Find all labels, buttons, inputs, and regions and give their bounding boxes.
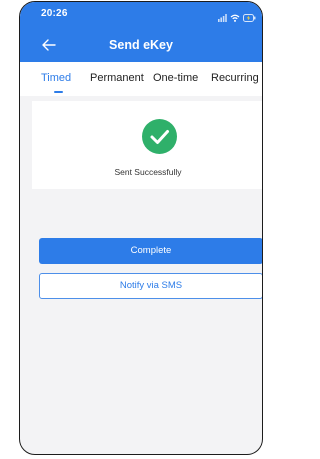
page-title: Send eKey: [109, 38, 173, 52]
notify-sms-button[interactable]: Notify via SMS: [39, 273, 262, 299]
tab-recurring[interactable]: Recurring: [211, 72, 259, 84]
tab-bar: Timed Permanent One-time Recurring: [20, 62, 262, 96]
tab-timed[interactable]: Timed: [41, 72, 71, 84]
success-message: Sent Successfully: [114, 167, 182, 177]
complete-button[interactable]: Complete: [39, 238, 262, 264]
battery-icon: [243, 9, 256, 27]
active-tab-indicator: [54, 91, 63, 93]
wifi-icon: [230, 9, 240, 27]
phone-frame: 20:26 Send eKey Timed Permanent One-time…: [19, 1, 263, 455]
tab-permanent[interactable]: Permanent: [90, 72, 144, 84]
nav-bar: Send eKey: [20, 34, 262, 58]
status-time: 20:26: [41, 8, 68, 19]
success-card: Sent Successfully: [32, 101, 262, 189]
status-bar: 20:26: [20, 2, 262, 26]
status-icons: [218, 9, 256, 27]
checkmark-icon: [142, 119, 177, 154]
header: 20:26 Send eKey: [20, 2, 262, 62]
tab-one-time[interactable]: One-time: [153, 72, 198, 84]
signal-icon: [218, 9, 227, 27]
